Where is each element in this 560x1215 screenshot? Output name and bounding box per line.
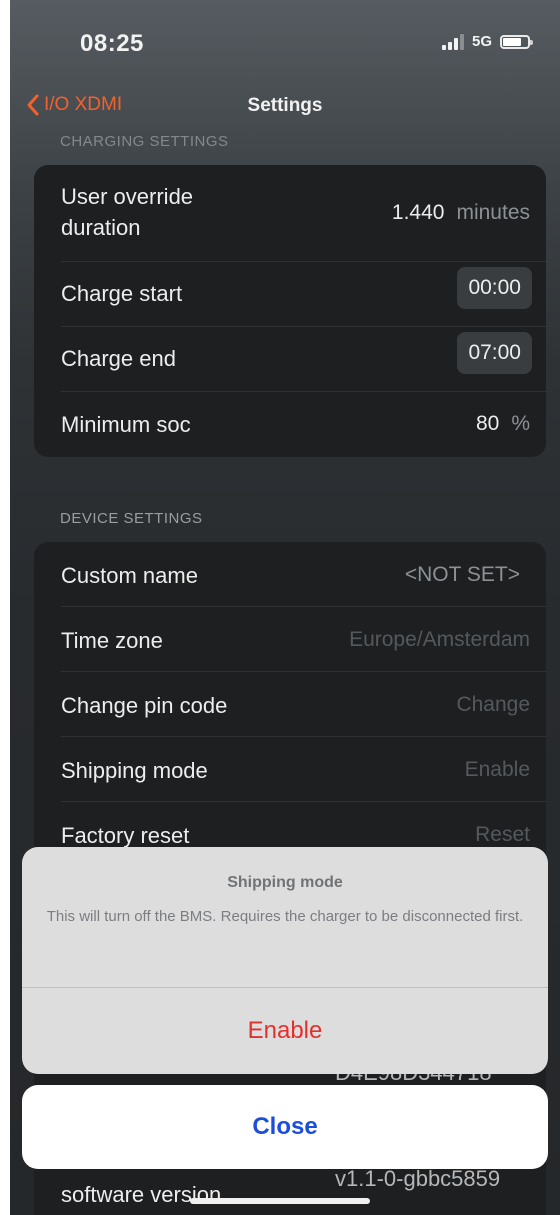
charge-start-row: Charge start 00:00 — [34, 262, 546, 326]
enable-button[interactable]: Enable — [22, 988, 548, 1074]
change-pin-button[interactable]: Change — [456, 693, 530, 717]
time-zone-label: Time zone — [61, 628, 163, 653]
change-pin-row: Change pin code Change — [34, 672, 546, 736]
minimum-soc-row[interactable]: Minimum soc 80% — [34, 392, 546, 457]
charge-start-time-picker[interactable]: 00:00 — [457, 267, 532, 309]
status-time: 08:25 — [80, 30, 144, 57]
status-bar: 08:25 5G — [10, 0, 560, 90]
page-title: Settings — [247, 95, 323, 116]
battery-icon — [500, 34, 533, 49]
custom-name-row[interactable]: Custom name <NOT SET> — [34, 542, 546, 606]
status-indicators: 5G — [441, 33, 533, 50]
factory-reset-button[interactable]: Reset — [475, 823, 530, 847]
charge-end-label: Charge end — [61, 346, 176, 371]
user-override-row[interactable]: User override duration 1.440 minutes — [34, 165, 546, 262]
minimum-soc-unit: % — [511, 412, 530, 435]
change-pin-label: Change pin code — [61, 693, 228, 718]
time-zone-value: Europe/Amsterdam — [349, 628, 530, 651]
home-indicator[interactable] — [190, 1198, 370, 1204]
charge-end-row: Charge end 07:00 — [34, 327, 546, 391]
shipping-mode-row: Shipping mode Enable — [34, 737, 546, 801]
minimum-soc-value[interactable]: 80% — [476, 412, 530, 436]
settings-screen: 08:25 5G I/O XDMI Settings CHARGING SETT… — [10, 0, 560, 1215]
shipping-mode-label: Shipping mode — [61, 758, 208, 783]
custom-name-label: Custom name — [61, 563, 198, 588]
close-button[interactable]: Close — [22, 1085, 548, 1169]
navigation-bar: I/O XDMI Settings — [10, 85, 560, 129]
user-override-label-line2: duration — [61, 215, 141, 240]
signal-strength-icon — [441, 33, 464, 50]
user-override-unit: minutes — [456, 201, 530, 224]
user-override-number: 1.440 — [391, 201, 445, 224]
charging-settings-card: User override duration 1.440 minutes Char… — [34, 165, 546, 457]
network-type-label: 5G — [471, 33, 492, 50]
action-sheet-title: Shipping mode — [227, 874, 343, 891]
charge-start-label: Charge start — [61, 281, 183, 306]
shipping-mode-enable-button[interactable]: Enable — [465, 758, 530, 782]
user-override-value[interactable]: 1.440 minutes — [392, 201, 530, 225]
software-version-label: software version — [61, 1182, 222, 1207]
custom-name-value: <NOT SET> — [404, 563, 520, 586]
minimum-soc-label: Minimum soc — [61, 412, 191, 437]
minimum-soc-number: 80 — [475, 412, 500, 435]
charge-end-time-picker[interactable]: 07:00 — [457, 332, 532, 374]
user-override-label-line1: User override — [61, 184, 194, 209]
shipping-mode-action-sheet: Shipping mode This will turn off the BMS… — [22, 847, 548, 1074]
user-override-label: User override duration — [61, 181, 193, 243]
charging-settings-header: CHARGING SETTINGS — [60, 133, 229, 150]
device-settings-header: DEVICE SETTINGS — [60, 510, 203, 527]
software-version-value: v1.1-0-gbbc5859 — [335, 1166, 501, 1191]
action-sheet-message: This will turn off the BMS. Requires the… — [46, 908, 524, 925]
time-zone-row[interactable]: Time zone Europe/Amsterdam — [34, 607, 546, 671]
